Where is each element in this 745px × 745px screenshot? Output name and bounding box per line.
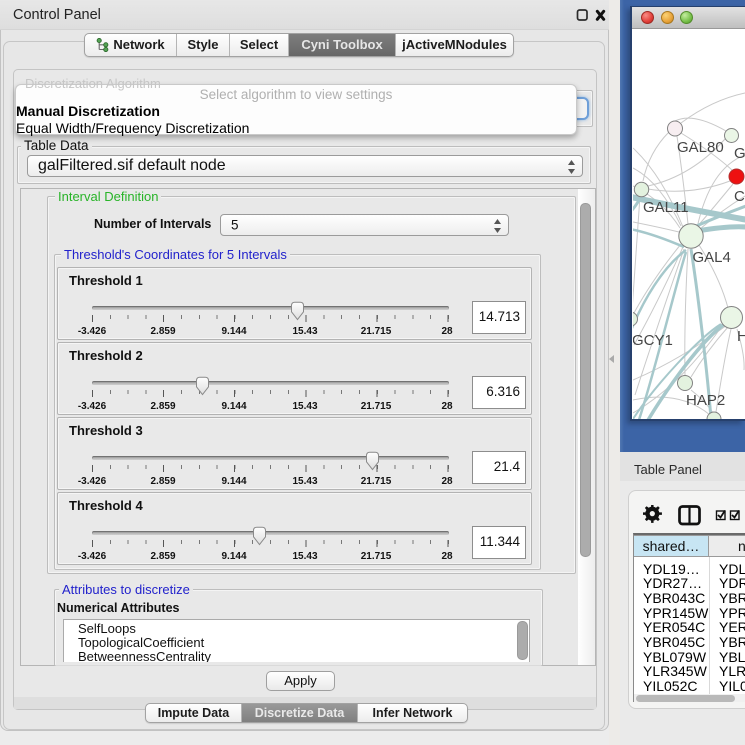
svg-text:GA: GA	[734, 145, 745, 162]
svg-text:GAL11: GAL11	[643, 199, 689, 216]
svg-text:C: C	[734, 188, 745, 205]
svg-text:GCY1: GCY1	[633, 332, 673, 349]
svg-text:H: H	[737, 328, 745, 345]
svg-text:HAP2: HAP2	[686, 392, 725, 409]
svg-text:GAL4: GAL4	[693, 249, 731, 266]
svg-text:GAL80: GAL80	[677, 139, 724, 156]
